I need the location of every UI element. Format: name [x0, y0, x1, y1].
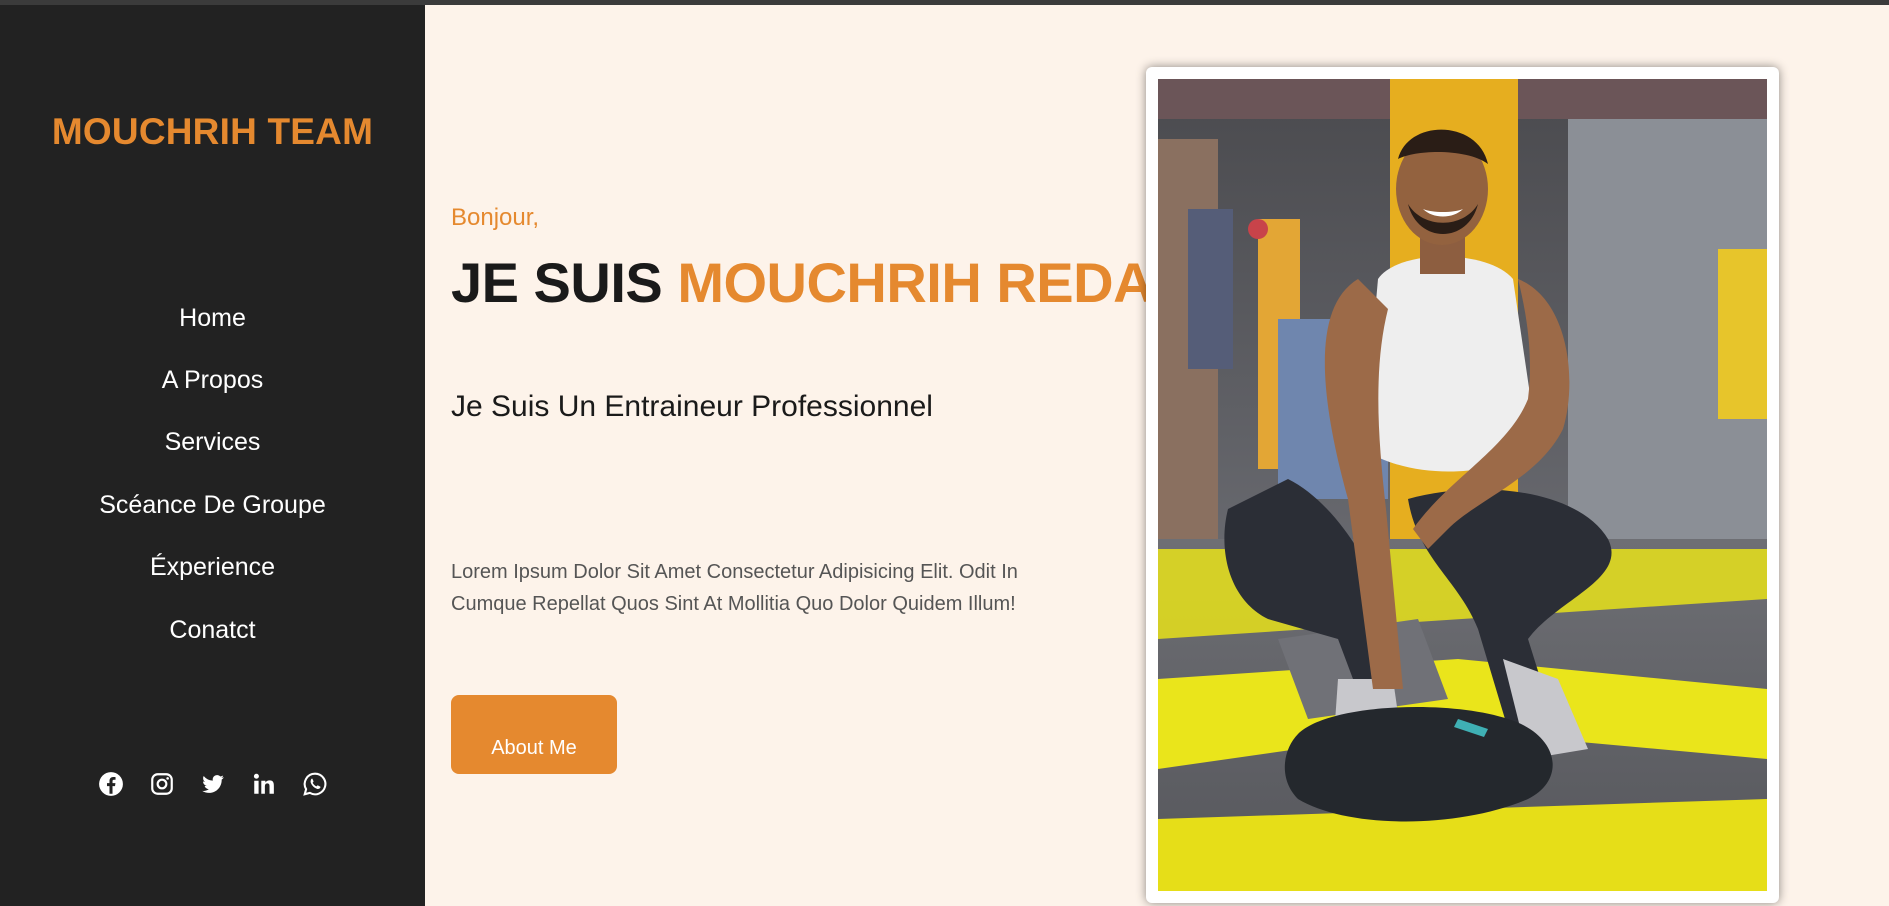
hero-section: Bonjour, JE SUIS MOUCHRIH REDA Je Suis U… — [451, 0, 1154, 906]
nav-item-home[interactable]: Home — [0, 287, 425, 349]
headline-name: MOUCHRIH REDA — [677, 251, 1154, 314]
hero-headline: JE SUIS MOUCHRIH REDA — [451, 250, 1154, 315]
profile-photo-frame — [1146, 67, 1779, 903]
nav-item-contact[interactable]: Conatct — [0, 599, 425, 661]
about-me-button[interactable]: About Me — [451, 695, 617, 774]
instagram-icon[interactable] — [149, 771, 175, 797]
twitter-icon[interactable] — [200, 771, 226, 797]
nav-item-services[interactable]: Services — [0, 412, 425, 474]
brand-logo[interactable]: MOUCHRIH TEAM — [0, 111, 425, 153]
headline-prefix: JE SUIS — [451, 251, 678, 314]
hero-greeting: Bonjour, — [451, 204, 540, 231]
hero-description: Lorem Ipsum Dolor Sit Amet Consectetur A… — [451, 561, 1018, 615]
linkedin-icon[interactable] — [251, 771, 277, 797]
nav-item-seance-de-groupe[interactable]: Scéance De Groupe — [0, 474, 425, 536]
hero-subtitle: Je Suis Un Entraineur Professionnel — [451, 390, 933, 423]
social-links — [0, 771, 425, 797]
profile-photo — [1158, 79, 1767, 891]
sidebar-nav: Home A Propos Services Scéance De Groupe… — [0, 287, 425, 661]
nav-item-a-propos[interactable]: A Propos — [0, 349, 425, 411]
facebook-icon[interactable] — [98, 771, 124, 797]
whatsapp-icon[interactable] — [302, 771, 328, 797]
sidebar: MOUCHRIH TEAM Home A Propos Services Scé… — [0, 5, 425, 906]
nav-item-experience[interactable]: Éxperience — [0, 537, 425, 599]
